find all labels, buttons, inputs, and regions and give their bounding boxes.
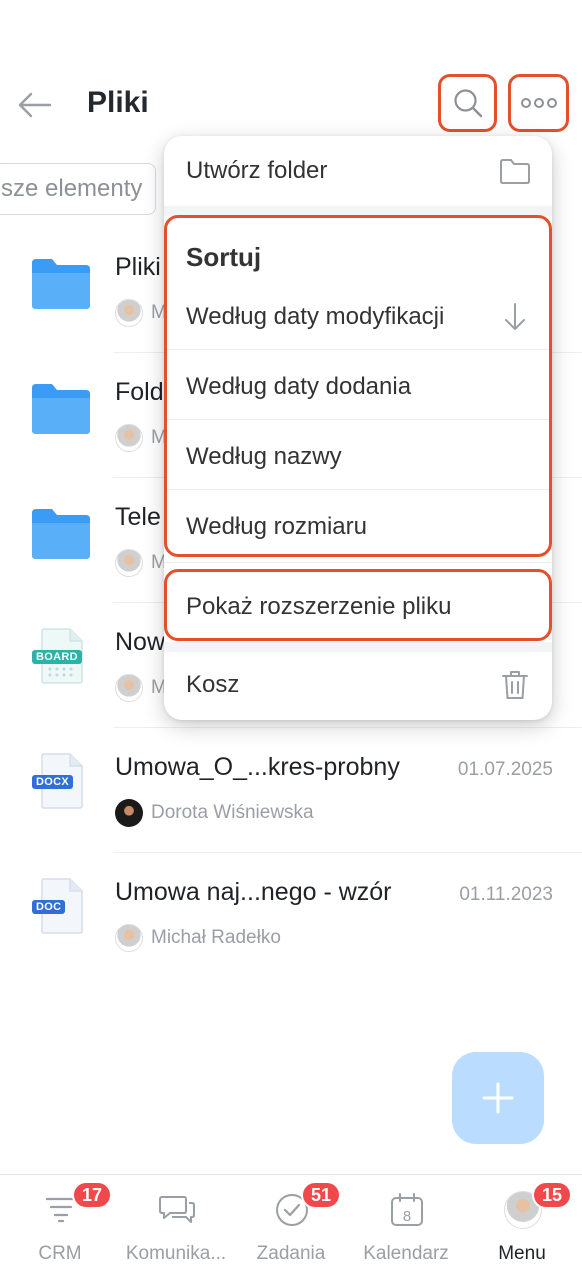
file-author: M <box>115 673 167 703</box>
calendar-icon: 8 <box>388 1191 426 1229</box>
menu-item-label: Według rozmiaru <box>186 513 367 540</box>
options-menu: Utwórz folder Sortuj Według daty modyfik… <box>164 136 552 720</box>
file-name: Umowa_O_...kres-probny <box>115 753 400 781</box>
author-name: Dorota Wiśniewska <box>151 802 314 823</box>
menu-badge: 15 <box>532 1181 573 1209</box>
back-button[interactable] <box>14 84 56 126</box>
trash-icon <box>498 668 532 702</box>
docx-file-icon: DOCX <box>32 752 84 810</box>
avatar <box>115 674 143 702</box>
search-placeholder: sze elementy <box>1 175 143 202</box>
tab-label: Komunika... <box>125 1243 227 1264</box>
more-options-button[interactable] <box>508 74 569 132</box>
file-author: Michał Radełko <box>115 923 281 953</box>
file-type-badge: DOCX <box>32 775 73 789</box>
tasks-badge: 51 <box>301 1181 342 1209</box>
file-author: M <box>115 548 167 578</box>
file-author: Dorota Wiśniewska <box>115 798 314 828</box>
board-file-icon: BOARD <box>32 627 84 685</box>
author-name: Michał Radełko <box>151 927 281 948</box>
menu-item-label: Kosz <box>186 671 240 698</box>
chat-icon <box>158 1191 196 1229</box>
menu-item-trash[interactable]: Kosz <box>164 650 552 720</box>
svg-text:8: 8 <box>403 1208 411 1225</box>
search-icon <box>453 89 482 118</box>
list-item[interactable]: DOC Umowa naj...nego - wzór 01.11.2023 M… <box>0 853 582 978</box>
avatar <box>115 424 143 452</box>
tab-calendar[interactable]: 8 Kalendarz <box>348 1175 464 1280</box>
list-item[interactable]: DOCX Umowa_O_...kres-probny 01.07.2025 D… <box>0 728 582 853</box>
menu-item-show-extension[interactable]: Pokaż rozszerzenie pliku <box>164 572 552 642</box>
file-date: 01.11.2023 <box>459 884 553 905</box>
file-name: Now <box>115 628 166 656</box>
tab-label: CRM <box>38 1243 82 1264</box>
sort-heading: Sortuj <box>186 242 262 272</box>
arrow-left-icon <box>18 92 52 118</box>
menu-item-label: Pokaż rozszerzenie pliku <box>186 593 452 620</box>
plus-icon <box>482 1082 514 1114</box>
folder-icon <box>32 259 90 309</box>
menu-item-sort-size[interactable]: Według rozmiaru <box>164 492 552 562</box>
folder-outline-icon <box>498 154 532 188</box>
file-author: M <box>115 423 167 453</box>
more-icon <box>520 98 557 108</box>
add-button[interactable] <box>452 1052 544 1144</box>
avatar <box>115 799 143 827</box>
tab-label: Menu <box>498 1243 546 1264</box>
tab-menu[interactable]: 15 Menu <box>464 1175 580 1280</box>
bottom-navigation: 17 CRM Komunika... 51 Zadania 8 Kalendar… <box>0 1174 582 1280</box>
tab-crm[interactable]: 17 CRM <box>2 1175 118 1280</box>
arrow-down-icon <box>498 300 532 334</box>
file-type-badge: DOC <box>32 900 66 914</box>
tab-label: Kalendarz <box>363 1243 449 1264</box>
avatar <box>115 299 143 327</box>
search-input[interactable]: sze elementy <box>0 163 156 215</box>
menu-item-label: Według nazwy <box>186 443 342 470</box>
file-date: 01.07.2025 <box>457 759 553 780</box>
crm-badge: 17 <box>72 1181 113 1209</box>
file-name: Umowa naj...nego - wzór <box>115 878 392 906</box>
menu-item-label: Według daty modyfikacji <box>186 303 445 330</box>
menu-item-sort-added[interactable]: Według daty dodania <box>164 352 552 422</box>
menu-item-label: Utwórz folder <box>186 157 328 184</box>
file-name: Tele <box>115 503 161 531</box>
file-author: M <box>115 298 167 328</box>
search-button[interactable] <box>438 74 497 132</box>
tab-messenger[interactable]: Komunika... <box>118 1175 234 1280</box>
folder-icon <box>32 384 90 434</box>
menu-item-label: Według daty dodania <box>186 373 412 400</box>
menu-item-create-folder[interactable]: Utwórz folder <box>164 136 552 206</box>
avatar <box>115 924 143 952</box>
tab-label: Zadania <box>256 1243 326 1264</box>
file-name: Pliki <box>115 253 161 281</box>
menu-item-sort-name[interactable]: Według nazwy <box>164 422 552 492</box>
file-type-badge: BOARD <box>32 650 82 664</box>
doc-file-icon: DOC <box>32 877 84 935</box>
folder-icon <box>32 509 90 559</box>
page-title: Pliki <box>87 86 149 119</box>
tab-tasks[interactable]: 51 Zadania <box>233 1175 349 1280</box>
avatar <box>115 549 143 577</box>
menu-item-sort-modified[interactable]: Według daty modyfikacji <box>164 282 552 352</box>
